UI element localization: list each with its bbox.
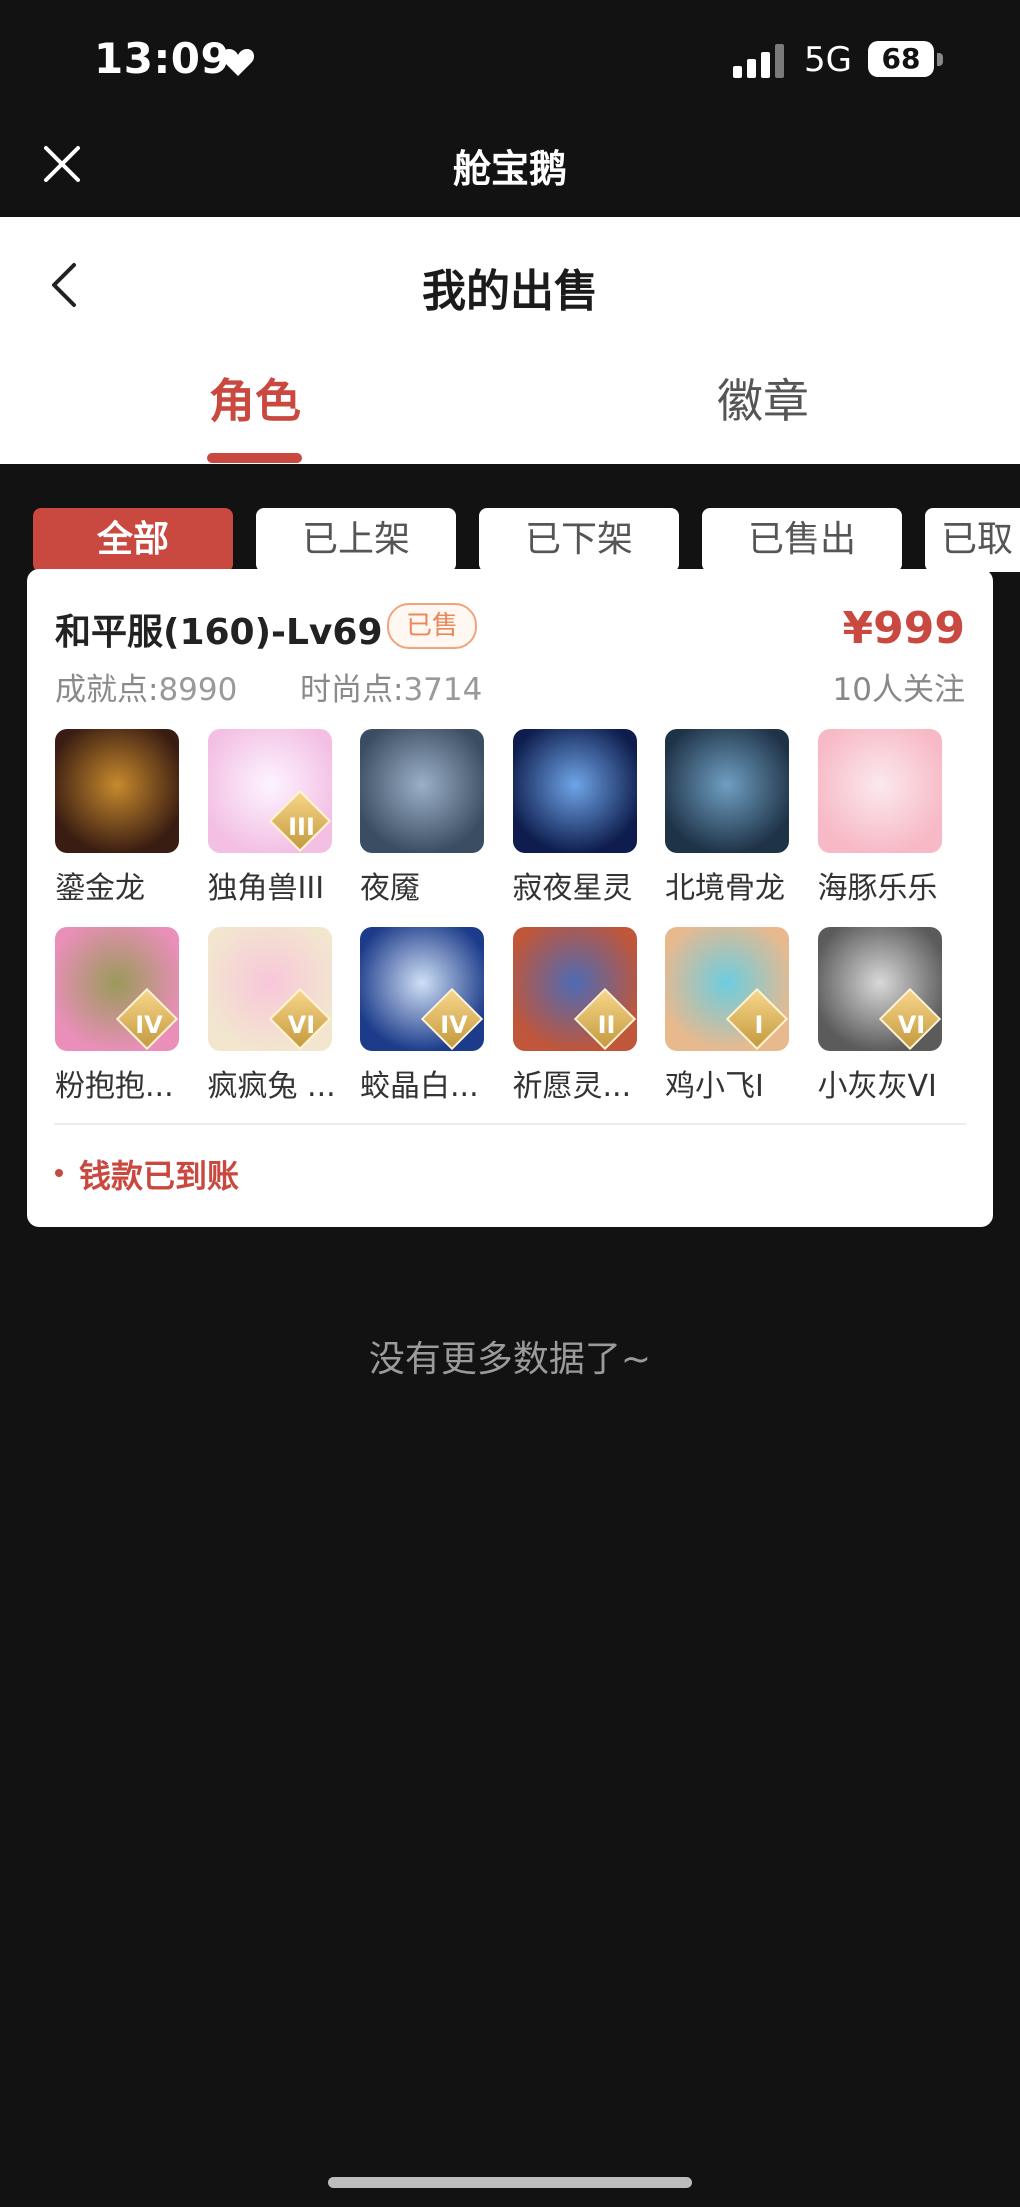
pet-name: 鎏金龙 (55, 871, 145, 906)
home-indicator[interactable] (328, 2177, 692, 2188)
fashion-label: 时尚点: (300, 672, 404, 708)
pet-avatar: III (207, 729, 332, 853)
pet-avatar: II (512, 927, 637, 1051)
pet-name: 北境骨龙 (665, 871, 785, 906)
status-badge: 已售 (387, 603, 477, 649)
pet-avatar (665, 729, 789, 853)
filter-listed[interactable]: 已上架 (256, 508, 456, 572)
bullet-dot (55, 1169, 63, 1177)
pet-avatar: IV (55, 927, 179, 1051)
fashion-points: 时尚点:3714 (300, 664, 482, 709)
filter-cancelled[interactable]: 已取消 (925, 508, 1020, 572)
pet-name: 海豚乐乐 (817, 871, 938, 906)
pet-avatar: IV (360, 927, 484, 1051)
filter-sold[interactable]: 已售出 (702, 508, 902, 572)
achievement-points: 成就点:8990 (55, 664, 237, 709)
pet-name: 蛟晶白... (360, 1069, 479, 1104)
server-title: 和平服(160)-Lv69 (55, 612, 383, 653)
pet-avatar: I (665, 927, 789, 1051)
pet-name: 寂夜星灵 (512, 871, 633, 906)
pet-avatar: VI (207, 927, 332, 1051)
fashion-value: 3714 (403, 672, 483, 708)
achievement-value: 8990 (158, 672, 238, 708)
pet-avatar (55, 729, 179, 853)
pet-avatar (360, 729, 484, 853)
listing-card[interactable]: 和平服(160)-Lv69 已售 ¥999 成就点:8990 时尚点:3714 … (27, 569, 993, 1227)
pet-name: 独角兽III (207, 871, 325, 906)
app-title: 舱宝鹅 (452, 147, 567, 191)
pet-name: 鸡小飞I (665, 1069, 764, 1104)
status-bar: 13:09 5G 68 (0, 0, 1020, 120)
followers-count: 10人关注 (832, 672, 965, 708)
page-header: 我的出售 角色 徽章 (0, 217, 1020, 464)
heart-icon (221, 49, 255, 76)
rank-label: IV (135, 1011, 163, 1039)
filter-all[interactable]: 全部 (33, 508, 233, 572)
battery-icon: 68 (868, 41, 944, 79)
rank-label: III (288, 813, 315, 841)
pet-name: 疯疯兔 ... (207, 1069, 336, 1104)
network-label: 5G (804, 40, 852, 80)
pet-avatar (512, 729, 637, 853)
rank-label: IV (440, 1011, 468, 1039)
tab-role[interactable]: 角色 (155, 365, 355, 431)
tab-badge[interactable]: 徽章 (663, 365, 863, 431)
rank-label: VI (897, 1011, 926, 1039)
pet-name: 小灰灰VI (817, 1069, 937, 1104)
pet-avatar: VI (817, 927, 942, 1051)
app-header: 舱宝鹅 (0, 120, 1020, 217)
signal-icon (733, 44, 784, 78)
rank-label: II (597, 1011, 616, 1039)
status-time: 13:09 (94, 34, 231, 83)
divider (54, 1123, 966, 1125)
pet-avatar (817, 729, 942, 853)
pet-name: 粉抱抱... (55, 1069, 174, 1104)
battery-level: 68 (868, 41, 934, 77)
active-tab-indicator (207, 453, 302, 463)
page-title: 我的出售 (422, 266, 598, 317)
end-of-list-text: 没有更多数据了~ (368, 1339, 652, 1380)
pet-name: 祈愿灵... (512, 1069, 632, 1104)
pet-name: 夜魇 (360, 871, 420, 906)
price: ¥999 (842, 603, 965, 654)
rank-label: I (754, 1011, 764, 1039)
filter-delisted[interactable]: 已下架 (479, 508, 679, 572)
rank-label: VI (287, 1011, 316, 1039)
achievement-label: 成就点: (55, 672, 159, 708)
payment-status: 钱款已到账 (79, 1157, 240, 1195)
